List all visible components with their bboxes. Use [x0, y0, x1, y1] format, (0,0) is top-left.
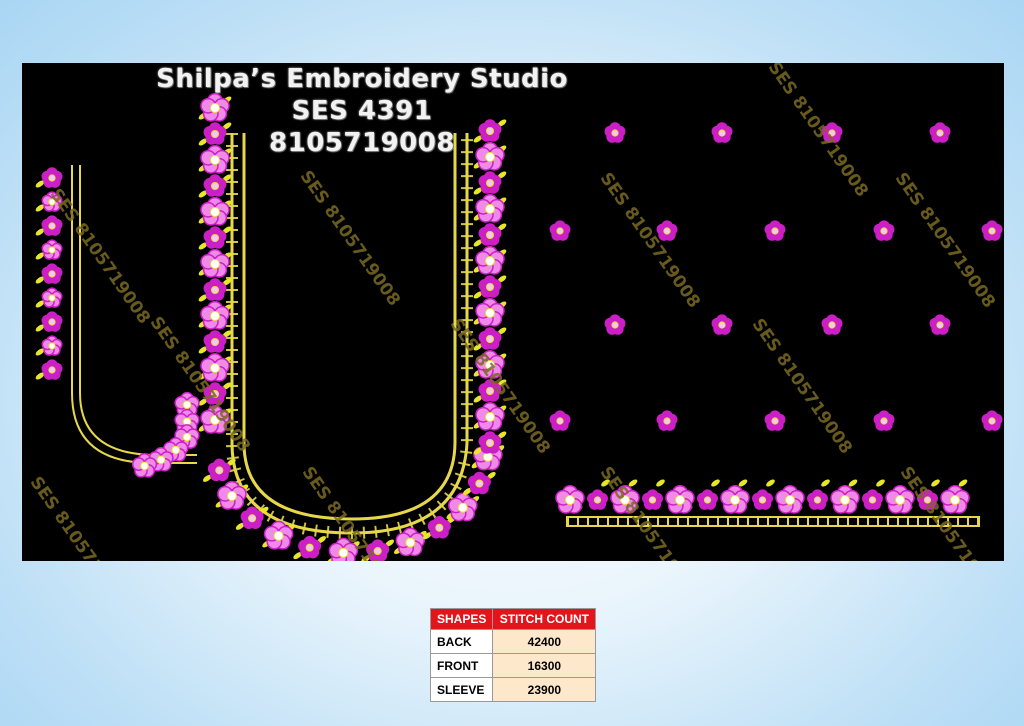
flower-motif — [203, 226, 227, 249]
studio-title-block: Shilpa’s Embroidery Studio SES 4391 8105… — [152, 63, 572, 159]
studio-name: Shilpa’s Embroidery Studio — [156, 64, 568, 94]
flower-motif — [200, 196, 230, 226]
flower-motif — [203, 174, 227, 197]
flower-motif — [41, 359, 63, 380]
flower-motif — [720, 484, 750, 514]
leaf-motif — [766, 479, 775, 487]
flower-motif — [549, 220, 571, 241]
back-neckline-ladder-rungs — [226, 133, 473, 540]
flower-motif — [873, 220, 895, 241]
flower-motif — [41, 287, 63, 308]
flower-motif — [475, 245, 505, 275]
flower-motif — [41, 335, 63, 356]
flower-motif — [711, 122, 733, 143]
flower-motif — [711, 314, 733, 335]
shape-cell: SLEEVE — [429, 677, 494, 702]
flower-motif — [862, 489, 883, 510]
flower-motif — [478, 171, 502, 194]
table-row: BACK 42400 — [429, 629, 597, 654]
flower-motif — [981, 410, 1003, 431]
embroidery-design-canvas: Shilpa’s Embroidery Studio SES 4391 8105… — [22, 63, 1004, 561]
shape-cell: FRONT — [429, 653, 494, 678]
flower-motif — [478, 223, 502, 246]
flower-motif — [929, 122, 951, 143]
flower-motif — [478, 431, 502, 454]
table-row: SLEEVE 23900 — [429, 677, 597, 702]
flower-motif — [427, 516, 451, 539]
leaf-motif — [711, 479, 720, 487]
column-header-stitch-count: STITCH COUNT — [492, 608, 597, 630]
flower-motif — [873, 410, 895, 431]
leaf-motif — [821, 479, 830, 487]
stitch-count-table: SHAPES STITCH COUNT BACK 42400 FRONT 163… — [429, 608, 597, 702]
flower-motif — [475, 193, 505, 223]
flower-motif — [604, 314, 626, 335]
flower-motif — [41, 215, 63, 236]
flower-motif — [475, 401, 505, 431]
flower-motif — [656, 410, 678, 431]
flower-motif — [200, 300, 230, 330]
flower-motif — [807, 489, 828, 510]
flower-motif — [821, 314, 843, 335]
leaf-motif — [876, 479, 885, 487]
shape-cell: BACK — [429, 629, 494, 654]
flower-motif — [764, 410, 786, 431]
flower-motif — [203, 278, 227, 301]
stitch-count-cell: 16300 — [492, 653, 597, 678]
flower-motif — [475, 297, 505, 327]
flower-motif — [940, 484, 970, 514]
back-neckline-ladder-outer — [230, 133, 469, 535]
flower-motif — [448, 492, 478, 522]
flower-motif — [775, 484, 805, 514]
flower-motif — [642, 489, 663, 510]
flower-motif — [41, 239, 63, 260]
flower-motif — [478, 275, 502, 298]
stitch-count-cell: 42400 — [492, 629, 597, 654]
flower-motif — [587, 489, 608, 510]
flower-motif — [200, 248, 230, 278]
flower-motif — [207, 458, 231, 482]
design-code: SES 4391 — [291, 96, 433, 126]
flower-motif — [752, 489, 773, 510]
flower-motif — [981, 220, 1003, 241]
flower-motif — [41, 167, 63, 188]
table-header-row: SHAPES STITCH COUNT — [429, 608, 597, 630]
stitch-count-cell: 23900 — [492, 677, 597, 702]
flower-motif — [604, 122, 626, 143]
studio-phone: 8105719008 — [269, 128, 455, 158]
flower-motif — [665, 484, 695, 514]
flower-motif — [555, 484, 585, 514]
back-neckline-ladder-inner — [242, 133, 457, 521]
table-row: FRONT 16300 — [429, 653, 597, 678]
leaf-motif — [656, 479, 665, 487]
flower-motif — [929, 314, 951, 335]
flower-motif — [203, 330, 227, 353]
flower-motif — [467, 471, 491, 495]
flower-motif — [830, 484, 860, 514]
flower-motif — [41, 263, 63, 284]
column-header-shapes: SHAPES — [429, 608, 494, 630]
leaf-motif — [931, 479, 940, 487]
flower-motif — [298, 535, 322, 559]
flower-motif — [549, 410, 571, 431]
flower-motif — [41, 311, 63, 332]
flower-motif — [764, 220, 786, 241]
flower-motif — [697, 489, 718, 510]
